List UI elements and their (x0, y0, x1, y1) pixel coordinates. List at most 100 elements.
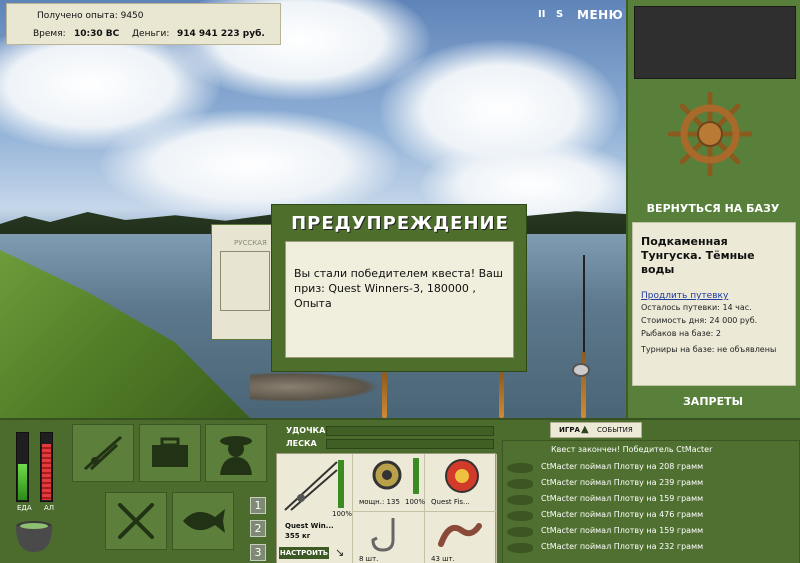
location-info: Подкаменная Тунгуска. Тёмные воды Продли… (632, 222, 796, 386)
food-label: ЕДА (17, 504, 32, 512)
event-text: CtMacter поймал Плотву на 239 грамм (541, 478, 704, 487)
page-3-button[interactable]: 3 (250, 544, 266, 561)
return-to-base-button[interactable]: ВЕРНУТЬСЯ НА БАЗУ (628, 202, 798, 215)
cauldron-icon[interactable] (12, 516, 56, 556)
list-item: CtMacter поймал Плотву на 232 грамм (507, 541, 797, 555)
event-text: CtMacter поймал Плотву на 159 грамм (541, 526, 704, 535)
money-label: Деньги: (132, 29, 170, 39)
fish-icon (507, 479, 533, 489)
right-sidebar: ВЕРНУТЬСЯ НА БАЗУ Подкаменная Тунгуска. … (626, 0, 800, 418)
fisherman-icon (220, 436, 252, 475)
page-2-button[interactable]: 2 (250, 520, 266, 537)
reel-level (413, 458, 419, 494)
time-label: Время: (33, 29, 66, 39)
background-tab: РУССКАЯ (234, 239, 267, 247)
list-item: CtMacter поймал Плотву на 208 грамм (507, 461, 797, 475)
food-bar (16, 432, 29, 502)
time-value: 10:30 ВС (74, 29, 120, 39)
line-cell[interactable]: Quest Fis... (425, 454, 497, 512)
trip-left: Осталось путевки: 14 час. (641, 303, 752, 312)
fish-icon (507, 463, 533, 473)
fish-icon (507, 511, 533, 521)
bottom-panel: ЕДА АЛ 1 2 3 УДОЧКА ЛЕСКА 100% Quest Win… (0, 418, 800, 563)
sound-icon[interactable]: S (556, 9, 563, 20)
kitchen-slot[interactable] (105, 492, 167, 550)
money-value: 914 941 223 руб. (177, 29, 265, 39)
tab-game[interactable]: ИГРА (559, 426, 580, 434)
tackle-bars: УДОЧКА ЛЕСКА (278, 422, 496, 452)
hook-icon (371, 518, 395, 552)
events-list[interactable]: Квест закончен! Победитель CtMacter CtMa… (502, 440, 800, 563)
list-item: CtMacter поймал Плотву на 239 грамм (507, 477, 797, 491)
event-text: CtMacter поймал Плотву на 476 грамм (541, 510, 704, 519)
arrow-icon: ↘ (335, 546, 345, 559)
fisherman-slot[interactable] (205, 424, 267, 482)
day-cost: Стоимость дня: 24 000 руб. (641, 316, 758, 325)
alcohol-label: АЛ (44, 504, 55, 512)
rods-slot[interactable] (72, 424, 134, 482)
event-text: CtMacter поймал Плотву на 159 грамм (541, 494, 704, 503)
minimap[interactable] (634, 6, 796, 79)
bait-cell[interactable]: 43 шт. (425, 512, 497, 563)
event-text: CtMacter поймал Плотву на 208 грамм (541, 462, 704, 471)
warning-dialog[interactable]: ПРЕДУПРЕЖДЕНИЕ Вы стали победителем квес… (271, 204, 527, 372)
cutlery-icon (118, 503, 154, 539)
player-stats-panel: Получено опыта: 9450 Время: 10:30 ВС Ден… (6, 3, 281, 45)
experience-text: Получено опыта: 9450 (37, 11, 144, 21)
rods-icon (84, 435, 122, 471)
rod-weight: 355 кг (285, 532, 311, 540)
tackle-panel: 100% Quest Win... 355 кг НАСТРОИТЬ ↘ мощ… (276, 453, 497, 563)
setup-button[interactable]: НАСТРОИТЬ (279, 547, 329, 559)
reel-percent: 100% (405, 498, 426, 506)
tournaments: Турниры на базе: не объявлены (641, 345, 777, 354)
reel-icon (372, 460, 402, 490)
fish-icon (507, 527, 533, 537)
fishers-count: Рыбаков на базе: 2 (641, 329, 721, 338)
tab-arrow-icon: ▲ (581, 424, 589, 435)
line-name: Quest Fis... (431, 498, 470, 506)
location-name: Подкаменная Тунгуска. Тёмные воды (641, 235, 755, 276)
fish-icon (507, 495, 533, 505)
reel-power: мощн.: 135 (359, 498, 400, 506)
tackle-box-slot[interactable] (139, 424, 201, 482)
line-durability-bar (326, 439, 494, 449)
extend-trip-link[interactable]: Продлить путевку (641, 291, 787, 301)
events-panel: ИГРА ▲ СОБЫТИЯ Квест закончен! Победител… (502, 420, 800, 563)
alcohol-bar (40, 432, 53, 502)
dialog-message: Вы стали победителем квеста! Ваш приз: Q… (285, 241, 514, 358)
food-bar-fill (18, 463, 27, 500)
bans-button[interactable]: ЗАПРЕТЫ (628, 395, 798, 408)
alcohol-bar-fill (42, 443, 51, 500)
fishing-rod[interactable] (382, 372, 387, 418)
dialog-title: ПРЕДУПРЕЖДЕНИЕ (291, 213, 509, 234)
rod-percent: 100% (332, 510, 353, 518)
hook-count: 8 шт. (359, 555, 379, 563)
fishing-rod[interactable] (499, 372, 504, 418)
rod-durability-bar (326, 426, 494, 436)
rod-tip (583, 255, 585, 355)
menu-button[interactable]: МЕНЮ (577, 8, 623, 22)
tab-events[interactable]: СОБЫТИЯ (597, 426, 633, 434)
events-tabs: ИГРА ▲ СОБЫТИЯ (550, 422, 642, 438)
worm-icon (438, 523, 482, 547)
rod-label: УДОЧКА (286, 426, 326, 435)
line-label: ЛЕСКА (286, 439, 317, 448)
tackle-box-icon (152, 437, 188, 467)
fish-slot[interactable] (172, 492, 234, 550)
rod-cell[interactable]: 100% Quest Win... 355 кг НАСТРОИТЬ ↘ (277, 454, 353, 563)
hook-cell[interactable]: 8 шт. (353, 512, 425, 563)
fish-icon (507, 543, 533, 553)
fishing-rod[interactable] (581, 352, 586, 418)
page-1-button[interactable]: 1 (250, 497, 266, 514)
events-header: Квест закончен! Победитель CtMacter (551, 445, 713, 454)
rod-name: Quest Win... (285, 522, 334, 530)
reel-cell[interactable]: мощн.: 135 100% (353, 454, 425, 512)
rocks (250, 372, 380, 402)
pause-icon[interactable]: II (538, 9, 545, 20)
ship-wheel-icon[interactable] (668, 92, 752, 176)
list-item: CtMacter поймал Плотву на 159 грамм (507, 525, 797, 539)
background-frame (220, 251, 270, 311)
event-text: CtMacter поймал Плотву на 232 грамм (541, 542, 704, 551)
list-item: CtMacter поймал Плотву на 476 грамм (507, 509, 797, 523)
background-window: РУССКАЯ (211, 224, 276, 340)
